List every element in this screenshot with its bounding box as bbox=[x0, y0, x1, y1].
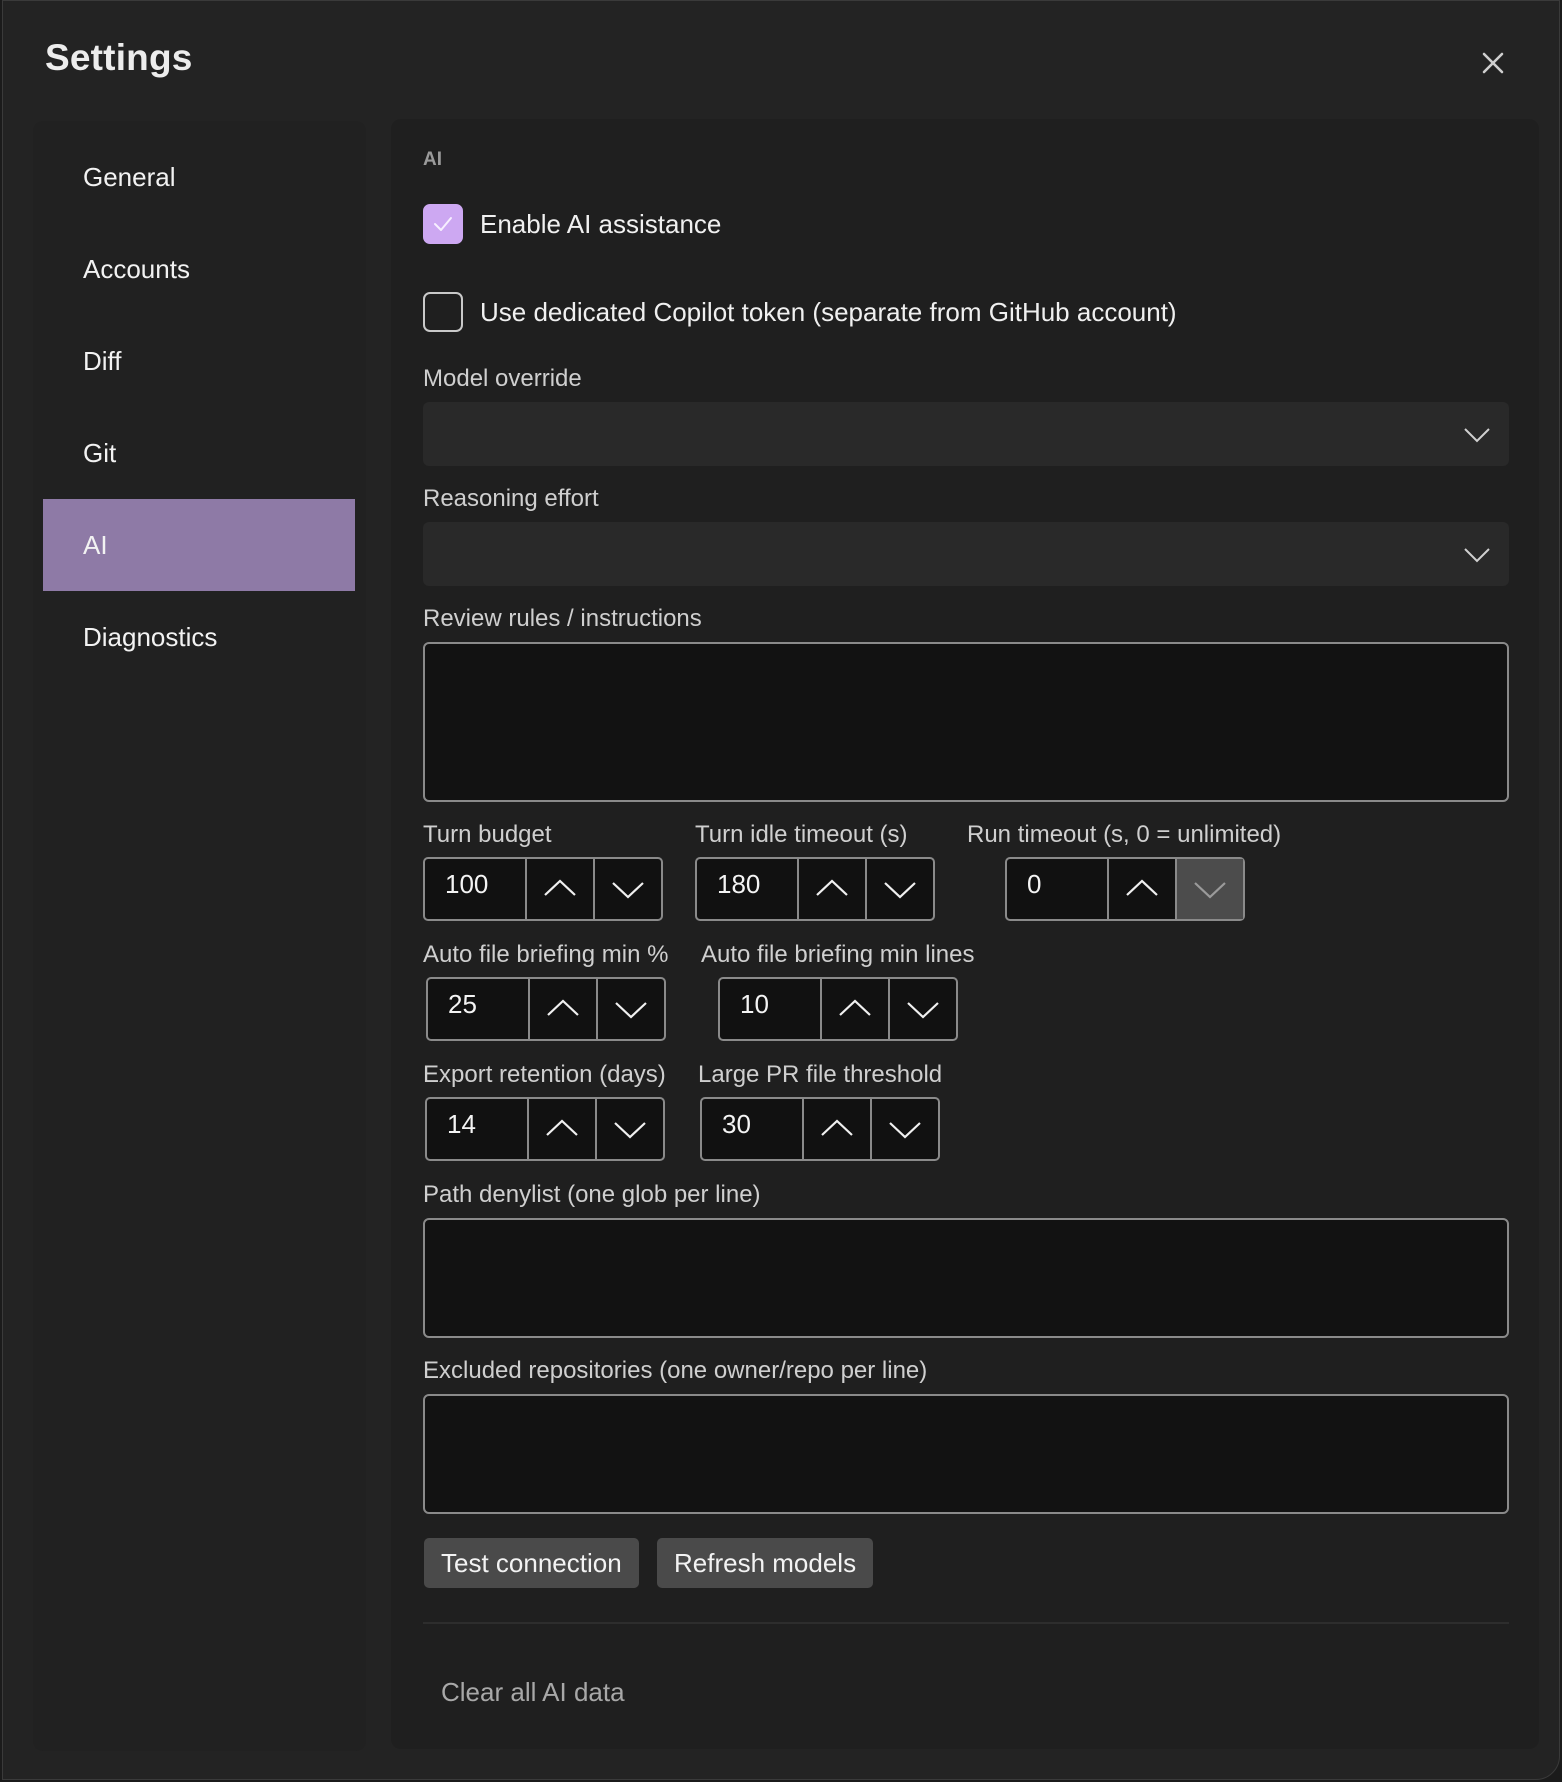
sidebar-item-accounts[interactable]: Accounts bbox=[43, 223, 355, 315]
refresh-models-button[interactable]: Refresh models bbox=[657, 1538, 874, 1588]
dialog-title: Settings bbox=[45, 37, 193, 78]
auto-briefing-pct-input[interactable]: 25 bbox=[428, 979, 528, 1039]
export-retention-decrement[interactable] bbox=[595, 1099, 663, 1159]
sidebar-item-general[interactable]: General bbox=[43, 131, 355, 223]
close-icon bbox=[1482, 52, 1504, 74]
chevron-down-icon bbox=[612, 882, 644, 899]
auto-briefing-pct-decrement[interactable] bbox=[596, 979, 664, 1039]
chevron-down-icon bbox=[615, 1002, 647, 1019]
model-override-select[interactable] bbox=[423, 402, 1509, 466]
auto-briefing-pct-increment[interactable] bbox=[528, 979, 596, 1039]
clear-ai-data-button[interactable]: Clear all AI data bbox=[441, 1677, 625, 1708]
path-denylist-label: Path denylist (one glob per line) bbox=[423, 1181, 761, 1208]
export-retention-input[interactable]: 14 bbox=[427, 1099, 527, 1159]
model-override-label: Model override bbox=[423, 365, 582, 392]
auto-briefing-pct-stepper[interactable]: 25 bbox=[426, 977, 666, 1041]
dedicated-token-checkbox[interactable] bbox=[423, 292, 463, 332]
auto-briefing-lines-increment[interactable] bbox=[820, 979, 888, 1039]
large-pr-threshold-input[interactable]: 30 bbox=[702, 1099, 802, 1159]
turn-idle-timeout-input[interactable]: 180 bbox=[697, 859, 797, 919]
chevron-down-icon bbox=[884, 882, 916, 899]
chevron-down-icon bbox=[889, 1122, 921, 1139]
dedicated-token-label: Use dedicated Copilot token (separate fr… bbox=[480, 296, 1177, 327]
chevron-down-icon bbox=[907, 1002, 939, 1019]
large-pr-threshold-decrement[interactable] bbox=[870, 1099, 938, 1159]
turn-idle-timeout-stepper[interactable]: 180 bbox=[695, 857, 935, 921]
turn-budget-label: Turn budget bbox=[423, 821, 552, 848]
run-timeout-decrement[interactable] bbox=[1175, 859, 1243, 919]
turn-budget-increment[interactable] bbox=[525, 859, 593, 919]
chevron-up-icon bbox=[816, 879, 848, 896]
run-timeout-increment[interactable] bbox=[1107, 859, 1175, 919]
section-label: AI bbox=[423, 149, 442, 170]
export-retention-increment[interactable] bbox=[527, 1099, 595, 1159]
auto-briefing-lines-label: Auto file briefing min lines bbox=[701, 941, 975, 968]
run-timeout-stepper[interactable]: 0 bbox=[1005, 857, 1245, 921]
excluded-repos-label: Excluded repositories (one owner/repo pe… bbox=[423, 1357, 928, 1384]
turn-idle-timeout-label: Turn idle timeout (s) bbox=[695, 821, 908, 848]
run-timeout-label: Run timeout (s, 0 = unlimited) bbox=[967, 821, 1282, 848]
settings-dialog: Settings General Accounts Diff Git AI Di… bbox=[2, 0, 1560, 1780]
sidebar-item-diagnostics[interactable]: Diagnostics bbox=[43, 591, 355, 683]
large-pr-threshold-stepper[interactable]: 30 bbox=[700, 1097, 940, 1161]
turn-idle-timeout-decrement[interactable] bbox=[865, 859, 933, 919]
chevron-down-icon bbox=[1464, 548, 1490, 563]
test-connection-button[interactable]: Test connection bbox=[424, 1538, 639, 1588]
sidebar-item-diff[interactable]: Diff bbox=[43, 315, 355, 407]
turn-idle-timeout-increment[interactable] bbox=[797, 859, 865, 919]
large-pr-threshold-label: Large PR file threshold bbox=[698, 1061, 943, 1088]
chevron-up-icon bbox=[546, 1119, 578, 1136]
chevron-down-icon bbox=[1464, 428, 1490, 443]
enable-ai-checkbox[interactable] bbox=[423, 204, 463, 244]
chevron-up-icon bbox=[544, 879, 576, 896]
turn-budget-stepper[interactable]: 100 bbox=[423, 857, 663, 921]
auto-briefing-lines-decrement[interactable] bbox=[888, 979, 956, 1039]
large-pr-threshold-increment[interactable] bbox=[802, 1099, 870, 1159]
divider bbox=[423, 1622, 1509, 1624]
turn-budget-decrement[interactable] bbox=[593, 859, 661, 919]
chevron-down-icon bbox=[1194, 882, 1226, 899]
review-rules-label: Review rules / instructions bbox=[423, 605, 702, 632]
close-button[interactable] bbox=[1475, 45, 1511, 81]
chevron-up-icon bbox=[821, 1119, 853, 1136]
chevron-up-icon bbox=[839, 999, 871, 1016]
export-retention-stepper[interactable]: 14 bbox=[425, 1097, 665, 1161]
auto-briefing-lines-input[interactable]: 10 bbox=[720, 979, 820, 1039]
sidebar-item-git[interactable]: Git bbox=[43, 407, 355, 499]
enable-ai-row[interactable]: Enable AI assistance bbox=[423, 204, 721, 244]
path-denylist-textarea[interactable] bbox=[423, 1218, 1509, 1338]
auto-briefing-pct-label: Auto file briefing min % bbox=[423, 941, 669, 968]
chevron-up-icon bbox=[547, 999, 579, 1016]
reasoning-effort-select[interactable] bbox=[423, 522, 1509, 586]
sidebar-item-ai[interactable]: AI bbox=[43, 499, 355, 591]
dedicated-token-row[interactable]: Use dedicated Copilot token (separate fr… bbox=[423, 292, 1177, 332]
settings-sidebar: General Accounts Diff Git AI Diagnostics bbox=[33, 121, 366, 1751]
chevron-down-icon bbox=[614, 1122, 646, 1139]
checkmark-icon bbox=[434, 217, 452, 231]
turn-budget-input[interactable]: 100 bbox=[425, 859, 525, 919]
review-rules-textarea[interactable] bbox=[423, 642, 1509, 802]
ai-settings-panel: AI Enable AI assistance Use dedicated Co… bbox=[391, 119, 1539, 1749]
reasoning-effort-label: Reasoning effort bbox=[423, 485, 599, 512]
excluded-repos-textarea[interactable] bbox=[423, 1394, 1509, 1514]
chevron-up-icon bbox=[1126, 879, 1158, 896]
enable-ai-label: Enable AI assistance bbox=[480, 208, 722, 239]
run-timeout-input[interactable]: 0 bbox=[1007, 859, 1107, 919]
auto-briefing-lines-stepper[interactable]: 10 bbox=[718, 977, 958, 1041]
export-retention-label: Export retention (days) bbox=[423, 1061, 666, 1088]
